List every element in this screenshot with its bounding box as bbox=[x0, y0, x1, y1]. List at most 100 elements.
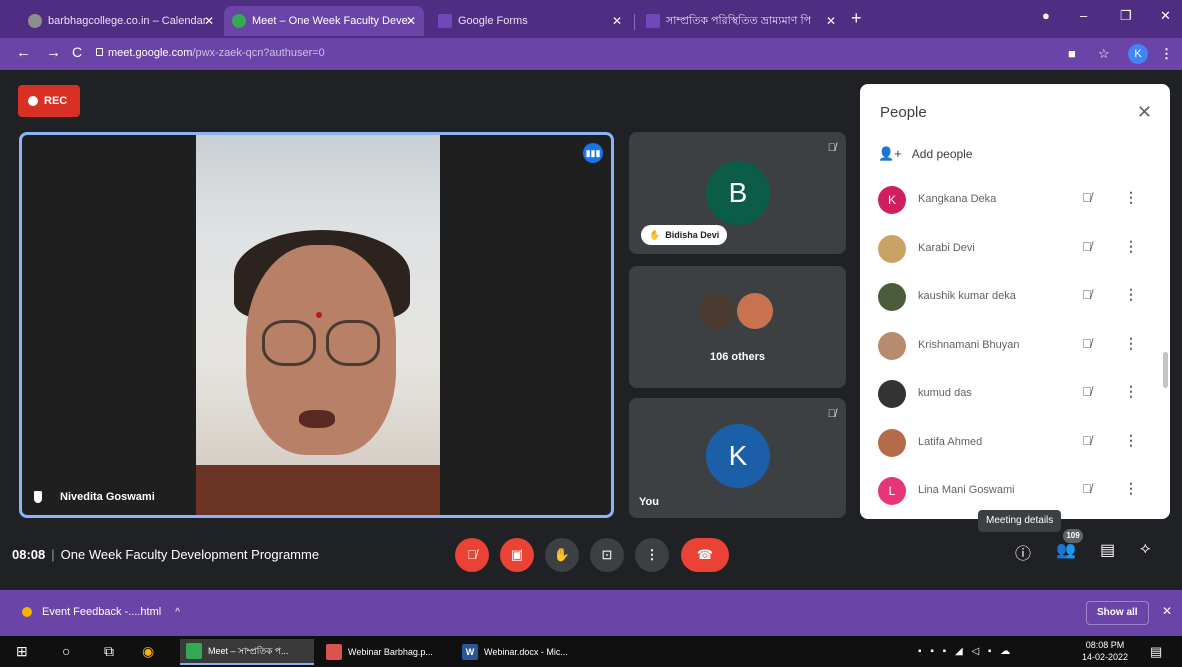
raise-hand-button[interactable]: ✋ bbox=[545, 538, 579, 572]
list-item[interactable]: kumud das 🎙̸ ⋮ bbox=[860, 370, 1160, 418]
chrome-icon[interactable]: ◉ bbox=[142, 643, 154, 660]
close-icon[interactable]: ✕ bbox=[204, 14, 214, 28]
leave-call-button[interactable]: ☎ bbox=[681, 538, 729, 572]
tab-meet[interactable]: Meet – One Week Faculty Deve ✕ bbox=[224, 6, 424, 36]
tab-separator bbox=[634, 14, 635, 30]
close-icon[interactable]: ✕ bbox=[826, 14, 836, 28]
list-item[interactable]: Krishnamani Bhuyan 🎙̸ ⋮ bbox=[860, 322, 1160, 370]
mic-off-icon[interactable]: 🎙̸ bbox=[1082, 239, 1092, 254]
mic-off-icon[interactable]: 🎙̸ bbox=[1082, 190, 1092, 205]
more-options-icon[interactable]: ⋮ bbox=[1124, 432, 1138, 449]
maximize-button[interactable]: ❐ bbox=[1120, 8, 1132, 24]
video-figure bbox=[196, 465, 440, 515]
list-item[interactable]: K Kangkana Deka 🎙̸ ⋮ bbox=[860, 176, 1160, 224]
chevron-up-icon[interactable]: ^ bbox=[175, 607, 180, 618]
taskbar-app-word[interactable]: W Webinar.docx - Mic... bbox=[456, 639, 586, 665]
close-icon[interactable]: ✕ bbox=[612, 14, 622, 28]
speaker-name: Nivedita Goswami bbox=[60, 491, 155, 503]
present-button[interactable]: ⊡ bbox=[590, 538, 624, 572]
windows-taskbar: ⊞ ○ ⧉ ◉ Meet – সাম্প্রতিক প... Webinar B… bbox=[0, 636, 1182, 667]
list-item[interactable]: kaushik kumar deka 🎙̸ ⋮ bbox=[860, 273, 1160, 321]
web-icon bbox=[28, 14, 42, 28]
taskbar-clock[interactable]: 08:08 PM 14-02-2022 bbox=[1082, 639, 1128, 663]
list-item[interactable]: Latifa Ahmed 🎙̸ ⋮ bbox=[860, 419, 1160, 467]
more-options-icon[interactable]: ⋮ bbox=[1124, 189, 1138, 206]
forward-icon[interactable]: → bbox=[46, 44, 61, 61]
close-icon[interactable]: ✕ bbox=[1137, 102, 1152, 123]
participant-tile-bidisha[interactable]: 🎙̸ B ✋ Bidisha Devi bbox=[629, 132, 846, 254]
tab-google-forms[interactable]: Google Forms ✕ bbox=[430, 6, 630, 36]
more-options-icon[interactable]: ⋮ bbox=[1124, 480, 1138, 497]
show-all-button[interactable]: Show all bbox=[1086, 601, 1149, 625]
camera-icon[interactable]: ■ bbox=[1068, 46, 1076, 61]
pin-icon[interactable] bbox=[34, 491, 42, 503]
back-icon[interactable]: ← bbox=[16, 44, 31, 61]
participant-name: Lina Mani Goswami bbox=[918, 484, 1015, 496]
avatar bbox=[697, 291, 737, 331]
add-people-button[interactable]: 👤+ Add people bbox=[878, 146, 973, 162]
recording-badge: REC bbox=[18, 85, 80, 117]
mic-off-icon[interactable]: 🎙̸ bbox=[1082, 336, 1092, 351]
notifications-icon[interactable]: ▤ bbox=[1150, 644, 1162, 660]
info-icon[interactable]: ⓘ bbox=[1015, 540, 1031, 564]
participant-name: kaushik kumar deka bbox=[918, 290, 1016, 302]
others-count: 106 others bbox=[709, 351, 766, 363]
self-tile[interactable]: 🎙̸ K You bbox=[629, 398, 846, 518]
reload-icon[interactable]: C bbox=[72, 44, 82, 60]
hand-icon: ✋ bbox=[649, 229, 661, 240]
window-close-button[interactable]: ✕ bbox=[1160, 8, 1171, 24]
taskbar-app-label: Webinar Barbhag.p... bbox=[348, 647, 433, 657]
scrollbar[interactable] bbox=[1163, 352, 1168, 388]
url-field[interactable]: meet.google.com/pwx-zaek-qcn?authuser=0 bbox=[108, 47, 325, 59]
camera-toggle-button[interactable]: ▣̸ bbox=[500, 538, 534, 572]
mic-off-icon[interactable]: 🎙̸ bbox=[1082, 481, 1092, 496]
avatar bbox=[878, 283, 906, 311]
more-options-icon[interactable]: ⋮ bbox=[1124, 383, 1138, 400]
participant-name: Karabi Devi bbox=[918, 242, 975, 254]
list-item[interactable]: L Lina Mani Goswami 🎙̸ ⋮ bbox=[860, 467, 1160, 515]
windows-start-icon[interactable]: ⊞ bbox=[16, 643, 28, 660]
main-speaker-tile[interactable]: ▮▮▮ Nivedita Goswami bbox=[19, 132, 614, 518]
downloads-bar: Event Feedback -....html ^ Show all ✕ bbox=[0, 590, 1182, 636]
more-options-icon[interactable]: ⋮ bbox=[1124, 238, 1138, 255]
forms-icon bbox=[646, 14, 660, 28]
minimize-button[interactable]: – bbox=[1080, 8, 1087, 23]
more-options-button[interactable]: ⋮ bbox=[635, 538, 669, 572]
tab-form-bengali[interactable]: সাম্প্রতিক পরিস্থিতিত ভ্রাম্যমাণ পি ✕ bbox=[638, 6, 844, 36]
participant-name: Kangkana Deka bbox=[918, 193, 997, 205]
profile-avatar[interactable]: K bbox=[1128, 44, 1148, 64]
mic-off-icon[interactable]: 🎙̸ bbox=[1082, 384, 1092, 399]
chat-icon[interactable]: ▤ bbox=[1100, 540, 1115, 560]
browser-menu-icon[interactable]: ⋮ bbox=[1160, 46, 1173, 62]
download-item[interactable]: Event Feedback -....html ^ bbox=[22, 606, 180, 618]
search-icon[interactable]: ○ bbox=[62, 643, 70, 659]
participant-name: kumud das bbox=[918, 387, 972, 399]
list-item[interactable]: Karabi Devi 🎙̸ ⋮ bbox=[860, 225, 1160, 273]
more-options-icon[interactable]: ⋮ bbox=[1124, 286, 1138, 303]
mic-off-icon[interactable]: 🎙̸ bbox=[1082, 433, 1092, 448]
new-tab-button[interactable]: + bbox=[851, 8, 862, 29]
tab-calendar[interactable]: barbhagcollege.co.in – Calendar ✕ bbox=[20, 6, 222, 36]
people-icon[interactable]: 👥 bbox=[1056, 540, 1076, 560]
participant-count-badge: 109 bbox=[1063, 529, 1083, 543]
system-tray-icons[interactable]: ▪ ▪ ▪ ◢ ◁ ▪ ☁ bbox=[918, 646, 1013, 657]
speaking-indicator-icon: ▮▮▮ bbox=[583, 143, 603, 163]
close-icon[interactable]: ✕ bbox=[1162, 604, 1172, 618]
mic-off-icon[interactable]: 🎙̸ bbox=[1082, 287, 1092, 302]
meet-icon bbox=[232, 14, 246, 28]
close-icon[interactable]: ✕ bbox=[406, 14, 416, 28]
taskbar-app-meet[interactable]: Meet – সাম্প্রতিক প... bbox=[180, 639, 314, 665]
meeting-clock: 08:08 bbox=[12, 547, 46, 562]
clock-time: 08:08 PM bbox=[1085, 640, 1125, 650]
browser-tab-strip: barbhagcollege.co.in – Calendar ✕ Meet –… bbox=[0, 0, 1182, 38]
taskbar-app-pdf[interactable]: Webinar Barbhag.p... bbox=[320, 639, 450, 665]
participant-name: Bidisha Devi bbox=[665, 230, 720, 240]
activities-icon[interactable]: ⟡ bbox=[1140, 540, 1151, 558]
bookmark-star-icon[interactable]: ☆ bbox=[1098, 46, 1110, 62]
self-label: You bbox=[639, 496, 659, 508]
mic-off-icon: 🎙̸ bbox=[827, 142, 836, 154]
others-tile[interactable]: 106 others bbox=[629, 266, 846, 388]
mic-toggle-button[interactable]: 🎙̸ bbox=[455, 538, 489, 572]
more-options-icon[interactable]: ⋮ bbox=[1124, 335, 1138, 352]
task-view-icon[interactable]: ⧉ bbox=[104, 643, 114, 660]
